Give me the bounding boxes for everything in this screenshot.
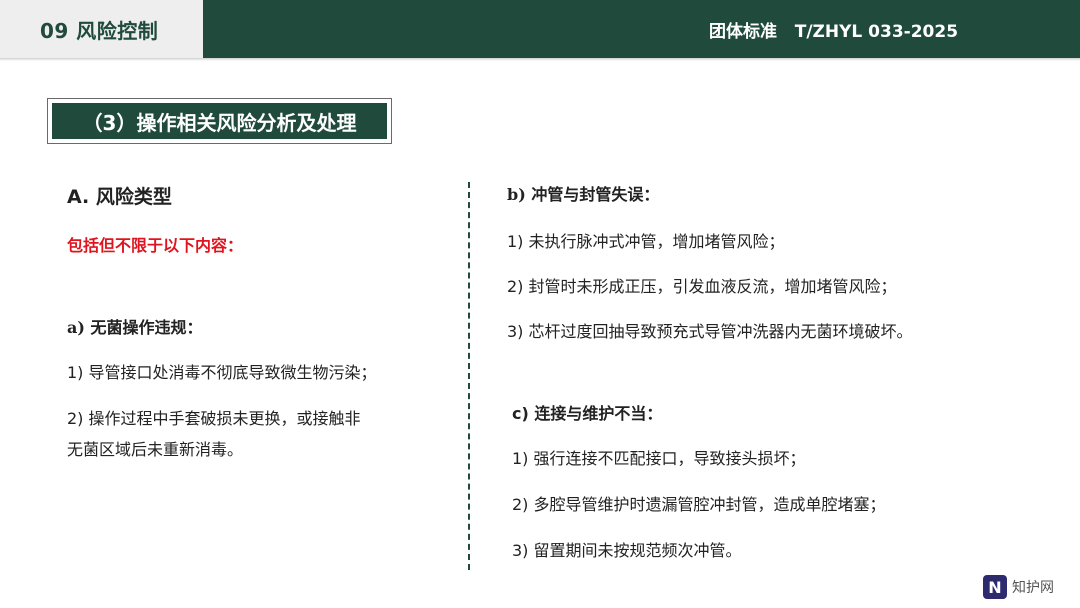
flush-item-2: 2) 封管时未形成正压，引发血液反流，增加堵管风险；: [507, 277, 897, 296]
slide-title: （3）操作相关风险分析及处理: [52, 103, 387, 139]
aseptic-item-2-line2: 无菌区域后未重新消毒。: [67, 440, 244, 459]
watermark-logo: N 知护网: [983, 575, 1054, 599]
header-shadow: [0, 58, 1080, 61]
scope-note: 包括但不限于以下内容：: [67, 236, 244, 255]
connection-item-2: 2) 多腔导管维护时遗漏管腔冲封管，造成单腔堵塞；: [512, 495, 886, 514]
aseptic-item-1: 1) 导管接口处消毒不彻底导致微生物污染；: [67, 363, 377, 382]
section-tab: 09 风险控制: [0, 0, 203, 58]
logo-n-icon: N: [983, 575, 1007, 599]
connection-item-3: 3) 留置期间未按规范频次冲管。: [512, 541, 742, 560]
connection-title: c) 连接与维护不当：: [512, 404, 663, 423]
flush-item-1: 1) 未执行脉冲式冲管，增加堵管风险；: [507, 232, 785, 251]
section-label: 09 风险控制: [40, 18, 159, 43]
flush-item-3: 3) 芯杆过度回抽导致预充式导管冲洗器内无菌环境破坏。: [507, 322, 913, 341]
flush-lock-title: b) 冲管与封管失误：: [507, 185, 660, 204]
logo-text: 知护网: [1012, 580, 1054, 596]
header-bar: 团体标准 T/ZHYL 033-2025: [203, 0, 1080, 58]
risk-type-heading: A. 风险类型: [67, 186, 172, 208]
aseptic-item-2-line1: 2) 操作过程中手套破损未更换，或接触非: [67, 409, 361, 428]
aseptic-violation-title: a) 无菌操作违规：: [67, 318, 203, 337]
column-divider: [468, 182, 470, 570]
header: 09 风险控制 团体标准 T/ZHYL 033-2025: [0, 0, 1080, 61]
connection-item-1: 1) 强行连接不匹配接口，导致接头损坏；: [512, 449, 806, 468]
standard-label: 团体标准 T/ZHYL 033-2025: [709, 21, 959, 42]
slide-title-box: （3）操作相关风险分析及处理: [47, 98, 392, 144]
